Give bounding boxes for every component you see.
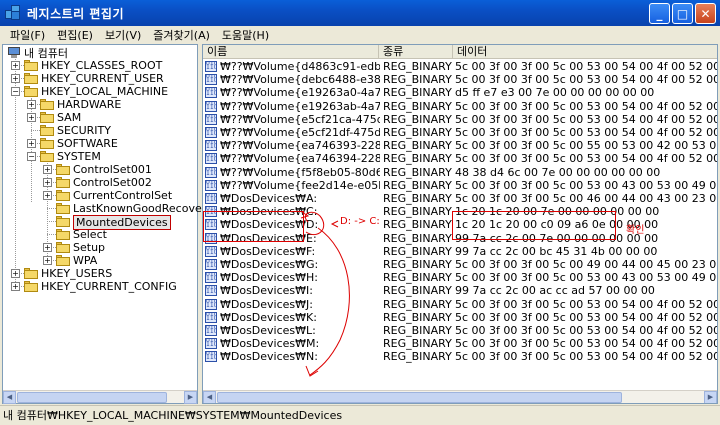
status-bar: 내 컴퓨터₩HKEY_LOCAL_MACHINE₩SYSTEM₩MountedD… bbox=[0, 405, 720, 425]
annotation-arrows bbox=[300, 211, 350, 377]
